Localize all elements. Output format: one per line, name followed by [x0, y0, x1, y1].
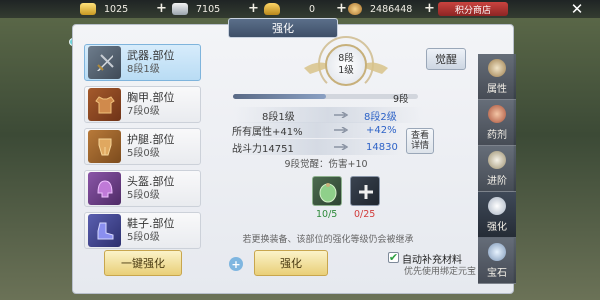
- gold-ingot-icon: [80, 3, 96, 15]
- tab-label: 属性: [487, 83, 507, 95]
- from-level: 8段1级: [262, 111, 295, 123]
- tab-label: 宝石: [487, 267, 507, 279]
- progress-bar: [233, 94, 418, 99]
- power-current: 战斗力14751: [232, 143, 294, 155]
- green-jade-icon[interactable]: [312, 176, 342, 206]
- slot-name: 鞋子.部位: [127, 216, 175, 230]
- slot-level: 5段0级: [127, 231, 160, 243]
- tab-label: 药剂: [487, 129, 507, 141]
- power-next: 14830: [366, 141, 398, 153]
- advance-icon: [488, 150, 506, 169]
- gem-icon: [488, 242, 506, 261]
- arrow-right-icon: [334, 112, 348, 118]
- progress-target-label: 9段: [393, 94, 409, 105]
- tab-label: 强化: [487, 221, 507, 233]
- tab-potion[interactable]: 药剂: [478, 100, 516, 146]
- currency-ingot: 0 +: [264, 2, 347, 16]
- slot-name: 武器.部位: [127, 48, 175, 62]
- attribute-next: +42%: [366, 124, 397, 136]
- current-level-emblem: 8段 1级: [325, 44, 367, 86]
- silver-ingot-icon: [172, 3, 188, 15]
- level-grade: 1级: [338, 65, 354, 76]
- add-ingot-button[interactable]: +: [336, 2, 347, 15]
- awaken-button[interactable]: 觉醒: [426, 48, 466, 70]
- add-coin-button[interactable]: +: [424, 2, 435, 15]
- currency-coin: 2486448 +: [348, 2, 435, 16]
- attribute-current: 所有属性+41%: [232, 126, 303, 138]
- boots-icon: [88, 214, 121, 247]
- view-details-button[interactable]: 查看详情: [406, 128, 434, 154]
- info-icon[interactable]: +: [229, 257, 243, 271]
- currency-bar: 1025 + 7105 + 0 + 2486448 + 积分商店 ✕: [0, 0, 600, 18]
- tab-gem[interactable]: 宝石: [478, 238, 516, 284]
- arrow-right-icon: [334, 144, 348, 150]
- enhance-button[interactable]: 强化: [254, 250, 328, 276]
- slot-name: 护腿.部位: [127, 132, 175, 146]
- inherit-hint: 若更换装备、该部位的强化等级仍会被继承: [242, 235, 414, 245]
- arrow-right-icon: [334, 127, 348, 133]
- slot-helmet[interactable]: 头盔.部位 5段0级: [84, 170, 201, 207]
- tab-attribute[interactable]: 属性: [478, 54, 516, 100]
- add-gold-button[interactable]: +: [156, 2, 167, 15]
- material-count-jade: 10/5: [316, 209, 338, 220]
- currency-silver: 7105 +: [172, 2, 259, 16]
- sword-icon: [88, 46, 121, 79]
- currency-gold: 1025 +: [80, 2, 167, 16]
- add-material-icon[interactable]: [350, 176, 380, 206]
- tab-advance[interactable]: 进阶: [478, 146, 516, 192]
- helmet-icon: [88, 172, 121, 205]
- slot-level: 5段0级: [127, 189, 160, 201]
- gold-pile-icon: [264, 3, 280, 15]
- add-silver-button[interactable]: +: [248, 2, 259, 15]
- awaken-bonus-note: 9段觉醒：伤害+10: [284, 159, 368, 170]
- slot-boots[interactable]: 鞋子.部位 5段0级: [84, 212, 201, 249]
- slot-name: 头盔.部位: [127, 174, 175, 188]
- panel-title: 强化: [228, 18, 338, 38]
- points-shop-button[interactable]: 积分商店: [438, 2, 508, 16]
- slot-name: 胸甲.部位: [127, 90, 175, 104]
- close-icon[interactable]: ✕: [565, 0, 589, 18]
- slot-level: 8段1级: [127, 63, 160, 75]
- currency-coin-value: 2486448: [370, 3, 413, 15]
- slot-legs[interactable]: 护腿.部位 5段0级: [84, 128, 201, 165]
- to-level: 8段2级: [364, 111, 397, 123]
- copper-coin-icon: [348, 3, 362, 15]
- slot-level: 5段0级: [127, 147, 160, 159]
- currency-silver-value: 7105: [196, 3, 221, 15]
- level-stage: 8段: [338, 53, 354, 64]
- enhance-icon: [488, 196, 506, 215]
- one-click-enhance-button[interactable]: 一键强化: [104, 250, 182, 276]
- slot-weapon[interactable]: 武器.部位 8段1级: [84, 44, 201, 81]
- chest-armor-icon: [88, 88, 121, 121]
- potion-icon: [488, 104, 506, 123]
- leg-armor-icon: [88, 130, 121, 163]
- check-icon: ✔: [388, 250, 399, 264]
- progress-fill: [233, 94, 326, 99]
- auto-fill-checkbox[interactable]: ✔: [388, 252, 399, 263]
- slot-chest[interactable]: 胸甲.部位 7段0级: [84, 86, 201, 123]
- auto-fill-sublabel: 优先使用绑定元宝: [404, 267, 477, 277]
- tab-enhance[interactable]: 强化: [478, 192, 516, 238]
- attribute-icon: [488, 58, 506, 77]
- slot-level: 7段0级: [127, 105, 160, 117]
- material-count-extra: 0/25: [354, 209, 376, 220]
- currency-gold-value: 1025: [104, 3, 129, 15]
- equipment-slot-list: 武器.部位 8段1级 胸甲.部位 7段0级 护腿.部位 5段0级 头盔.部位 5…: [84, 44, 201, 254]
- currency-ingot-value: 0: [308, 3, 316, 15]
- side-tab-bar: 属性 药剂 进阶 强化 宝石: [478, 54, 516, 284]
- tab-label: 进阶: [487, 175, 507, 187]
